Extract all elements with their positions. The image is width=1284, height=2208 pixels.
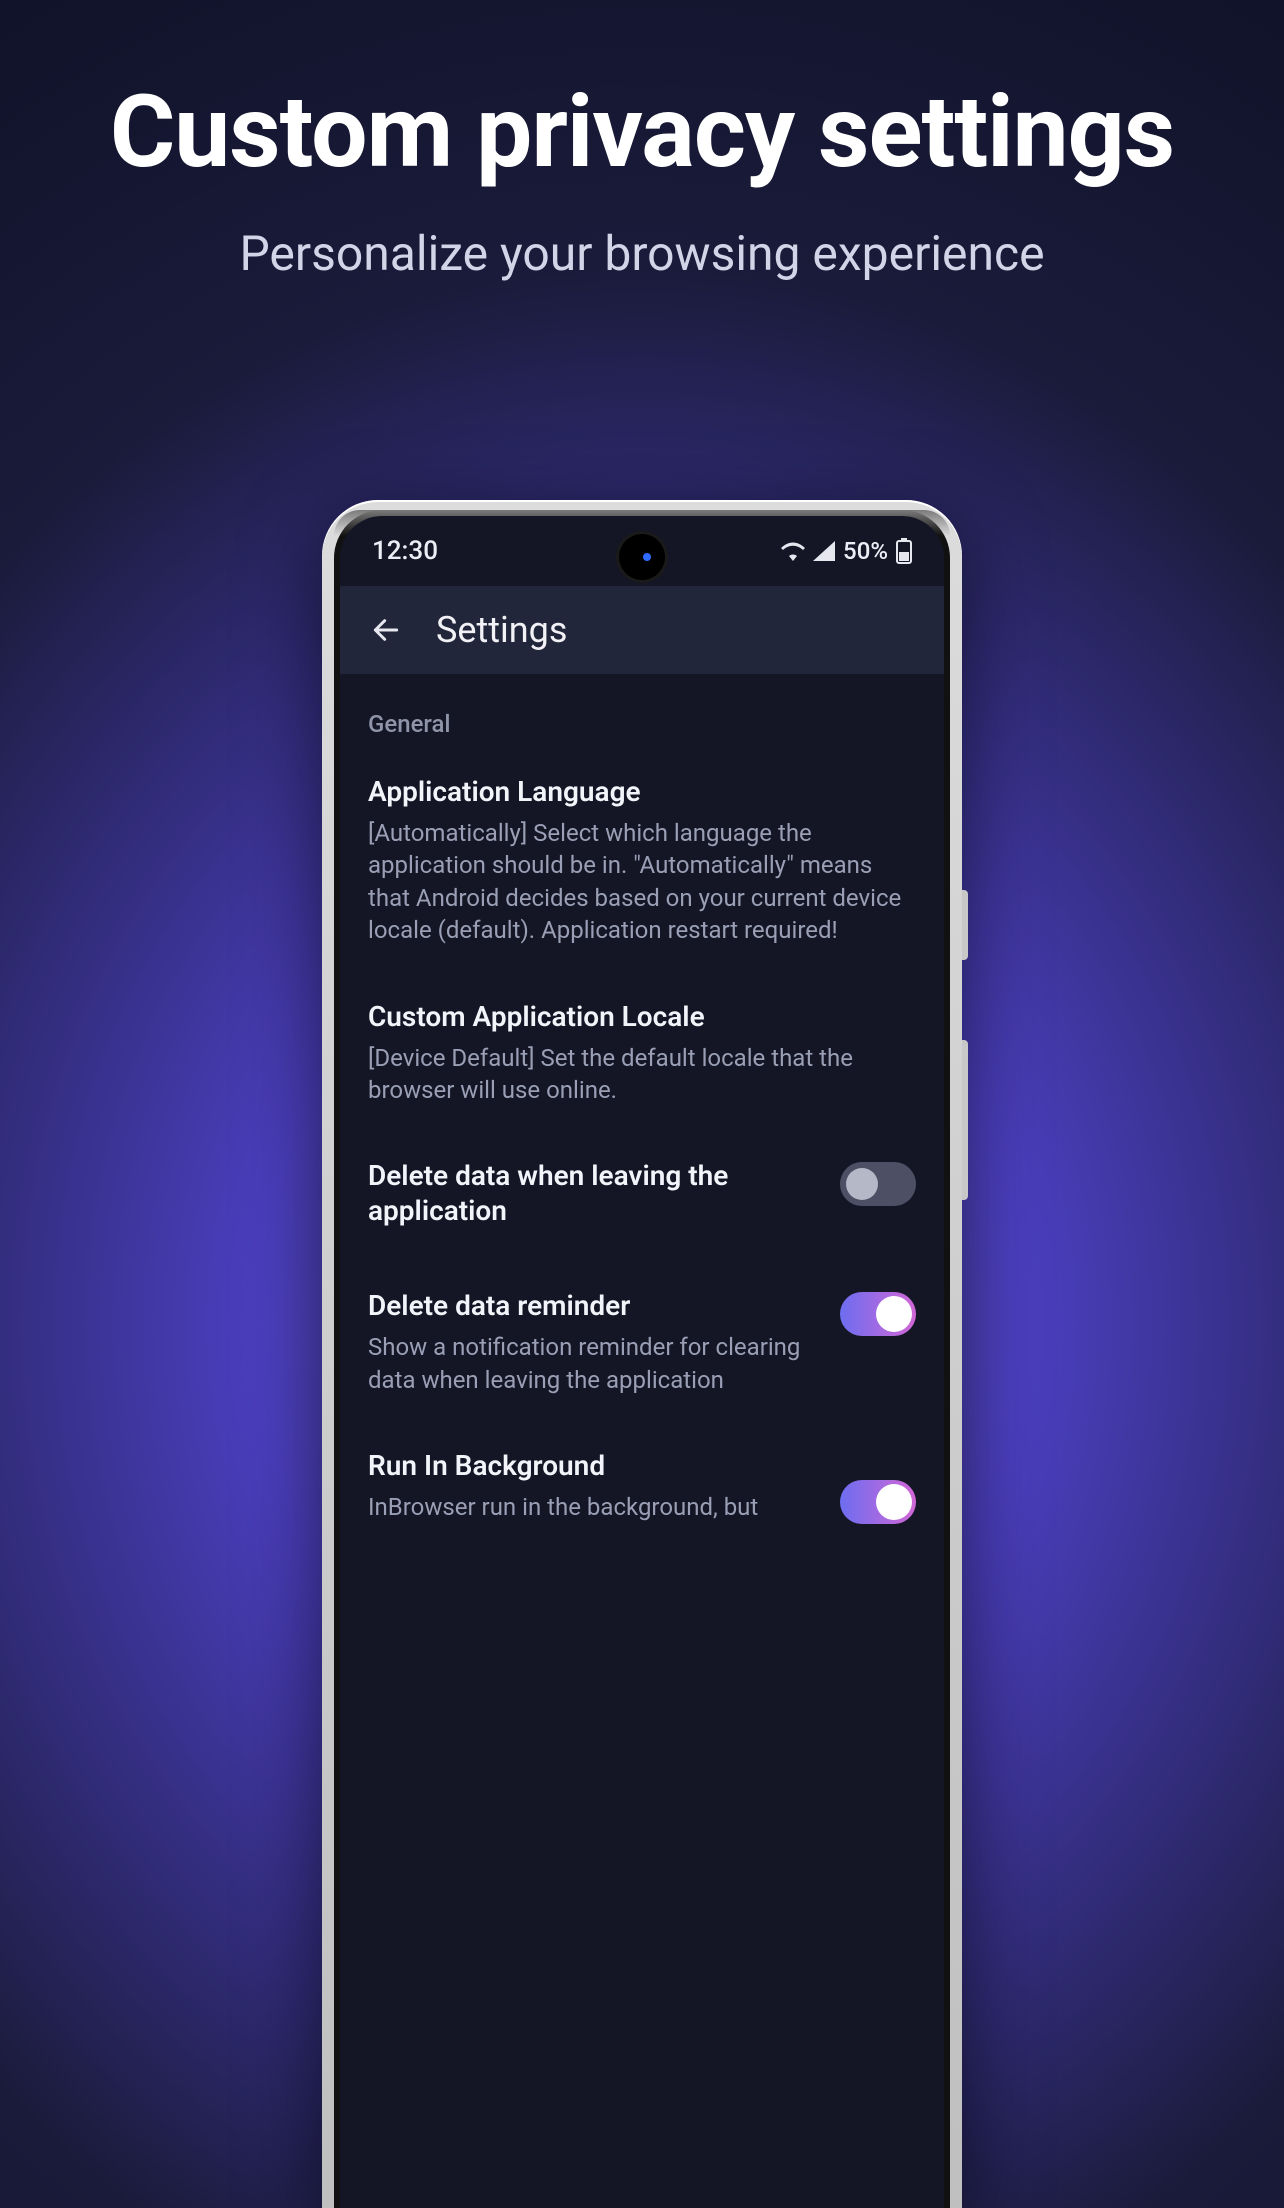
app-bar: Settings	[340, 586, 944, 674]
phone-frame: 12:30 50%	[322, 500, 962, 2208]
phone-side-button-small	[962, 890, 968, 960]
appbar-title: Settings	[436, 609, 567, 651]
battery-icon	[896, 538, 912, 564]
switch-delete-on-leave[interactable]	[840, 1162, 916, 1206]
arrow-left-icon	[370, 614, 402, 646]
wifi-icon	[781, 541, 805, 561]
setting-description: Show a notification reminder for clearin…	[368, 1331, 816, 1396]
setting-title: Custom Application Locale	[368, 999, 916, 1034]
settings-list[interactable]: General Application Language [Automatica…	[340, 674, 944, 1524]
setting-description: [Device Default] Set the default locale …	[368, 1042, 916, 1107]
back-button[interactable]	[364, 608, 408, 652]
battery-percentage: 50%	[843, 537, 888, 565]
camera-punch-hole-icon	[619, 534, 665, 580]
setting-custom-locale[interactable]: Custom Application Locale [Device Defaul…	[368, 999, 916, 1107]
switch-run-background[interactable]	[840, 1480, 916, 1524]
cellular-signal-icon	[813, 541, 835, 561]
setting-application-language[interactable]: Application Language [Automatically] Sel…	[368, 774, 916, 947]
promo-headline: Custom privacy settings	[110, 80, 1174, 185]
setting-description: InBrowser run in the background, but	[368, 1491, 816, 1523]
setting-title: Delete data reminder	[368, 1288, 816, 1323]
promo-subhead: Personalize your browsing experience	[239, 225, 1044, 283]
setting-title: Delete data when leaving the application	[368, 1158, 816, 1228]
setting-run-background[interactable]: Run In Background InBrowser run in the b…	[368, 1448, 916, 1523]
setting-delete-reminder[interactable]: Delete data reminder Show a notification…	[368, 1288, 916, 1396]
switch-thumb	[876, 1484, 912, 1520]
switch-delete-reminder[interactable]	[840, 1292, 916, 1336]
section-header-general: General	[368, 710, 916, 738]
promo-background: Custom privacy settings Personalize your…	[0, 0, 1284, 2208]
status-time: 12:30	[372, 536, 438, 566]
phone-side-button-large	[962, 1040, 968, 1200]
phone-screen: 12:30 50%	[340, 516, 944, 2208]
setting-description: [Automatically] Select which language th…	[368, 817, 916, 947]
switch-thumb	[846, 1168, 878, 1200]
switch-thumb	[876, 1296, 912, 1332]
setting-title: Run In Background	[368, 1448, 816, 1483]
setting-delete-on-leave[interactable]: Delete data when leaving the application	[368, 1158, 916, 1236]
setting-title: Application Language	[368, 774, 916, 809]
